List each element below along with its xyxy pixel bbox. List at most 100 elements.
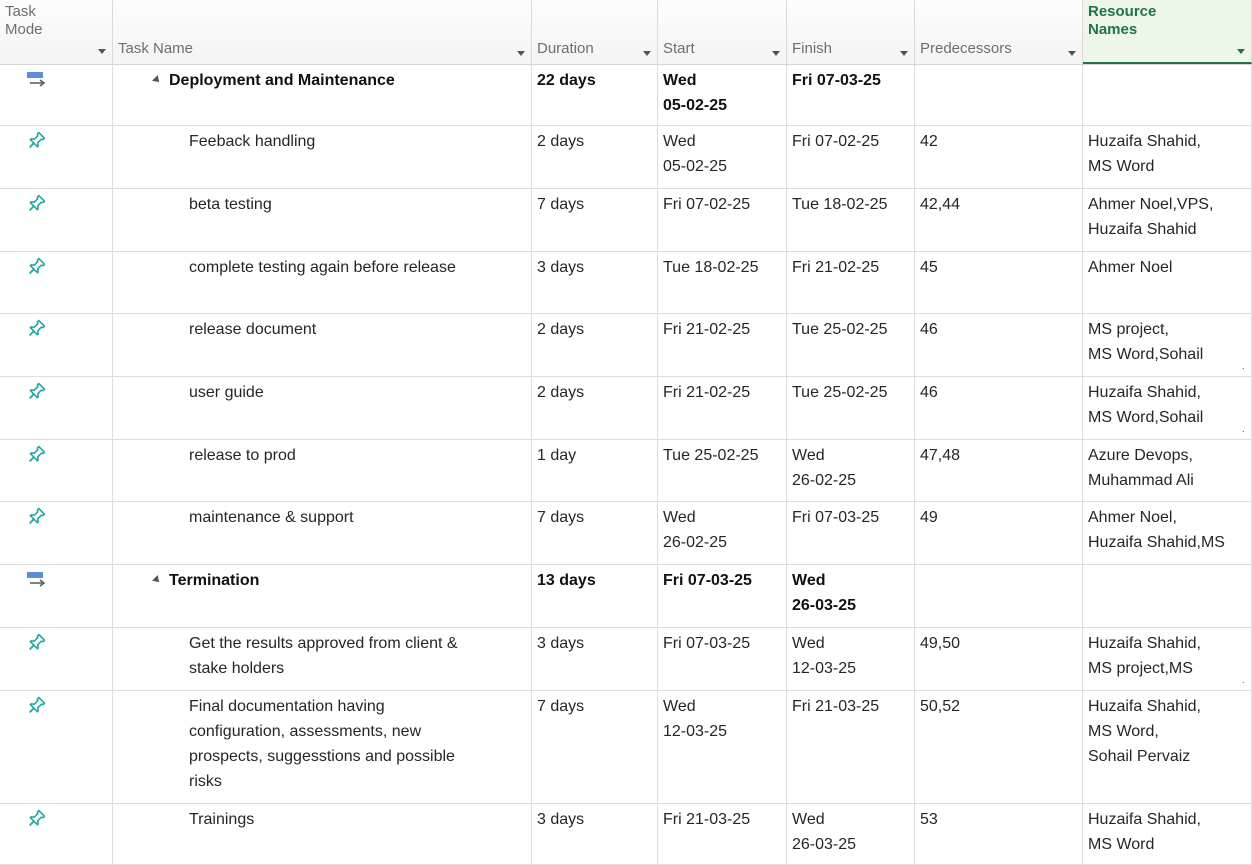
resource-names-cell[interactable]: Ahmer Noel, Huzaifa Shahid,MS xyxy=(1083,502,1252,564)
column-header-predecessors[interactable]: Predecessors xyxy=(915,0,1083,64)
duration-cell[interactable]: 3 days xyxy=(532,804,658,864)
duration-cell[interactable]: 2 days xyxy=(532,314,658,376)
predecessors-cell[interactable]: 45 xyxy=(915,252,1083,313)
finish-date-cell[interactable]: Tue 25-02-25 xyxy=(787,377,915,439)
resource-names-cell[interactable]: Ahmer Noel xyxy=(1083,252,1252,313)
finish-filter-dropdown-icon[interactable] xyxy=(900,51,908,56)
finish-date-cell[interactable]: Fri 21-03-25 xyxy=(787,691,915,803)
column-header-task-mode[interactable]: Task Mode xyxy=(0,0,113,64)
table-row[interactable]: Final documentation having configuration,… xyxy=(0,691,1252,804)
start-date-cell[interactable]: Fri 07-03-25 xyxy=(658,565,787,627)
predecessors-filter-dropdown-icon[interactable] xyxy=(1068,51,1076,56)
column-header-start[interactable]: Start xyxy=(658,0,787,64)
duration-filter-dropdown-icon[interactable] xyxy=(643,51,651,56)
start-date-cell[interactable]: Wed 12-03-25 xyxy=(658,691,787,803)
task-mode-cell[interactable] xyxy=(0,252,113,313)
duration-cell[interactable]: 13 days xyxy=(532,565,658,627)
predecessors-cell[interactable] xyxy=(915,65,1083,125)
finish-date-cell[interactable]: Fri 07-03-25 xyxy=(787,502,915,564)
resource-names-cell[interactable]: Huzaifa Shahid, MS project,MS · xyxy=(1083,628,1252,690)
resource-names-cell[interactable]: Huzaifa Shahid, MS Word,Sohail · xyxy=(1083,377,1252,439)
task-mode-filter-dropdown-icon[interactable] xyxy=(98,49,106,54)
task-mode-cell[interactable] xyxy=(0,804,113,864)
task-name-cell[interactable]: beta testing xyxy=(113,189,532,251)
finish-date-cell[interactable]: Wed 12-03-25 xyxy=(787,628,915,690)
finish-date-cell[interactable]: Wed 26-02-25 xyxy=(787,440,915,501)
task-mode-cell[interactable] xyxy=(0,314,113,376)
task-mode-cell[interactable] xyxy=(0,628,113,690)
predecessors-cell[interactable]: 49 xyxy=(915,502,1083,564)
table-row[interactable]: Deployment and Maintenance 22 days Wed 05-0… xyxy=(0,65,1252,126)
predecessors-cell[interactable]: 42 xyxy=(915,126,1083,188)
task-mode-cell[interactable] xyxy=(0,65,113,125)
predecessors-cell[interactable]: 47,48 xyxy=(915,440,1083,501)
predecessors-cell[interactable] xyxy=(915,565,1083,627)
start-date-cell[interactable]: Tue 18-02-25 xyxy=(658,252,787,313)
finish-date-cell[interactable]: Tue 25-02-25 xyxy=(787,314,915,376)
finish-date-cell[interactable]: Fri 21-02-25 xyxy=(787,252,915,313)
column-header-resource-names[interactable]: Resource Names xyxy=(1083,0,1252,64)
start-date-cell[interactable]: Fri 21-02-25 xyxy=(658,314,787,376)
duration-cell[interactable]: 2 days xyxy=(532,126,658,188)
column-header-duration[interactable]: Duration xyxy=(532,0,658,64)
start-filter-dropdown-icon[interactable] xyxy=(772,51,780,56)
resource-names-cell[interactable]: Huzaifa Shahid, MS Word xyxy=(1083,804,1252,864)
task-name-cell[interactable]: Termination xyxy=(113,565,532,627)
table-row[interactable]: beta testing 7 days Fri 07-02-25 Tue 18-02-… xyxy=(0,189,1252,252)
resource-names-cell[interactable]: MS project, MS Word,Sohail · xyxy=(1083,314,1252,376)
finish-date-cell[interactable]: Fri 07-03-25 xyxy=(787,65,915,125)
task-mode-cell[interactable] xyxy=(0,691,113,803)
task-name-filter-dropdown-icon[interactable] xyxy=(517,51,525,56)
table-row[interactable]: release document 2 days Fri 21-02-25 Tue 25… xyxy=(0,314,1252,377)
duration-cell[interactable]: 2 days xyxy=(532,377,658,439)
table-row[interactable]: maintenance & support 7 days Wed 26-02-25 Fr… xyxy=(0,502,1252,565)
predecessors-cell[interactable]: 50,52 xyxy=(915,691,1083,803)
table-row[interactable]: Trainings 3 days Fri 21-03-25 Wed 26-03-25 53… xyxy=(0,804,1252,865)
finish-date-cell[interactable]: Fri 07-02-25 xyxy=(787,126,915,188)
table-row[interactable]: Termination 13 days Fri 07-03-25 Wed 26-03-2… xyxy=(0,565,1252,628)
duration-cell[interactable]: 22 days xyxy=(532,65,658,125)
table-row[interactable]: release to prod 1 day Tue 25-02-25 Wed 26-02… xyxy=(0,440,1252,502)
predecessors-cell[interactable]: 42,44 xyxy=(915,189,1083,251)
resource-names-cell[interactable] xyxy=(1083,565,1252,627)
duration-cell[interactable]: 7 days xyxy=(532,691,658,803)
task-name-cell[interactable]: user guide xyxy=(113,377,532,439)
duration-cell[interactable]: 7 days xyxy=(532,189,658,251)
duration-cell[interactable]: 7 days xyxy=(532,502,658,564)
table-row[interactable]: complete testing again before release 3 d… xyxy=(0,252,1252,314)
start-date-cell[interactable]: Wed 05-02-25 xyxy=(658,126,787,188)
predecessors-cell[interactable]: 46 xyxy=(915,377,1083,439)
start-date-cell[interactable]: Tue 25-02-25 xyxy=(658,440,787,501)
column-header-task-name[interactable]: Task Name xyxy=(113,0,532,64)
table-row[interactable]: Get the results approved from client & st… xyxy=(0,628,1252,691)
predecessors-cell[interactable]: 53 xyxy=(915,804,1083,864)
resource-names-cell[interactable]: Huzaifa Shahid, MS Word xyxy=(1083,126,1252,188)
start-date-cell[interactable]: Fri 21-03-25 xyxy=(658,804,787,864)
duration-cell[interactable]: 3 days xyxy=(532,252,658,313)
start-date-cell[interactable]: Wed 26-02-25 xyxy=(658,502,787,564)
predecessors-cell[interactable]: 49,50 xyxy=(915,628,1083,690)
collapse-triangle-icon[interactable] xyxy=(152,75,162,85)
predecessors-cell[interactable]: 46 xyxy=(915,314,1083,376)
task-name-cell[interactable]: Deployment and Maintenance xyxy=(113,65,532,125)
start-date-cell[interactable]: Fri 07-03-25 xyxy=(658,628,787,690)
task-mode-cell[interactable] xyxy=(0,126,113,188)
task-name-cell[interactable]: maintenance & support xyxy=(113,502,532,564)
start-date-cell[interactable]: Fri 21-02-25 xyxy=(658,377,787,439)
task-mode-cell[interactable] xyxy=(0,565,113,627)
task-name-cell[interactable]: Trainings xyxy=(113,804,532,864)
task-mode-cell[interactable] xyxy=(0,440,113,501)
resource-names-cell[interactable] xyxy=(1083,65,1252,125)
start-date-cell[interactable]: Fri 07-02-25 xyxy=(658,189,787,251)
table-row[interactable]: Feeback handling 2 days Wed 05-02-25 Fri 07-… xyxy=(0,126,1252,189)
duration-cell[interactable]: 3 days xyxy=(532,628,658,690)
task-name-cell[interactable]: release document xyxy=(113,314,532,376)
finish-date-cell[interactable]: Tue 18-02-25 xyxy=(787,189,915,251)
column-header-finish[interactable]: Finish xyxy=(787,0,915,64)
task-name-cell[interactable]: complete testing again before release xyxy=(113,252,532,313)
resource-names-filter-dropdown-icon[interactable] xyxy=(1237,49,1245,54)
resource-names-cell[interactable]: Ahmer Noel,VPS, Huzaifa Shahid xyxy=(1083,189,1252,251)
task-name-cell[interactable]: release to prod xyxy=(113,440,532,501)
finish-date-cell[interactable]: Wed 26-03-25 xyxy=(787,565,915,627)
task-name-cell[interactable]: Get the results approved from client & st… xyxy=(113,628,532,690)
